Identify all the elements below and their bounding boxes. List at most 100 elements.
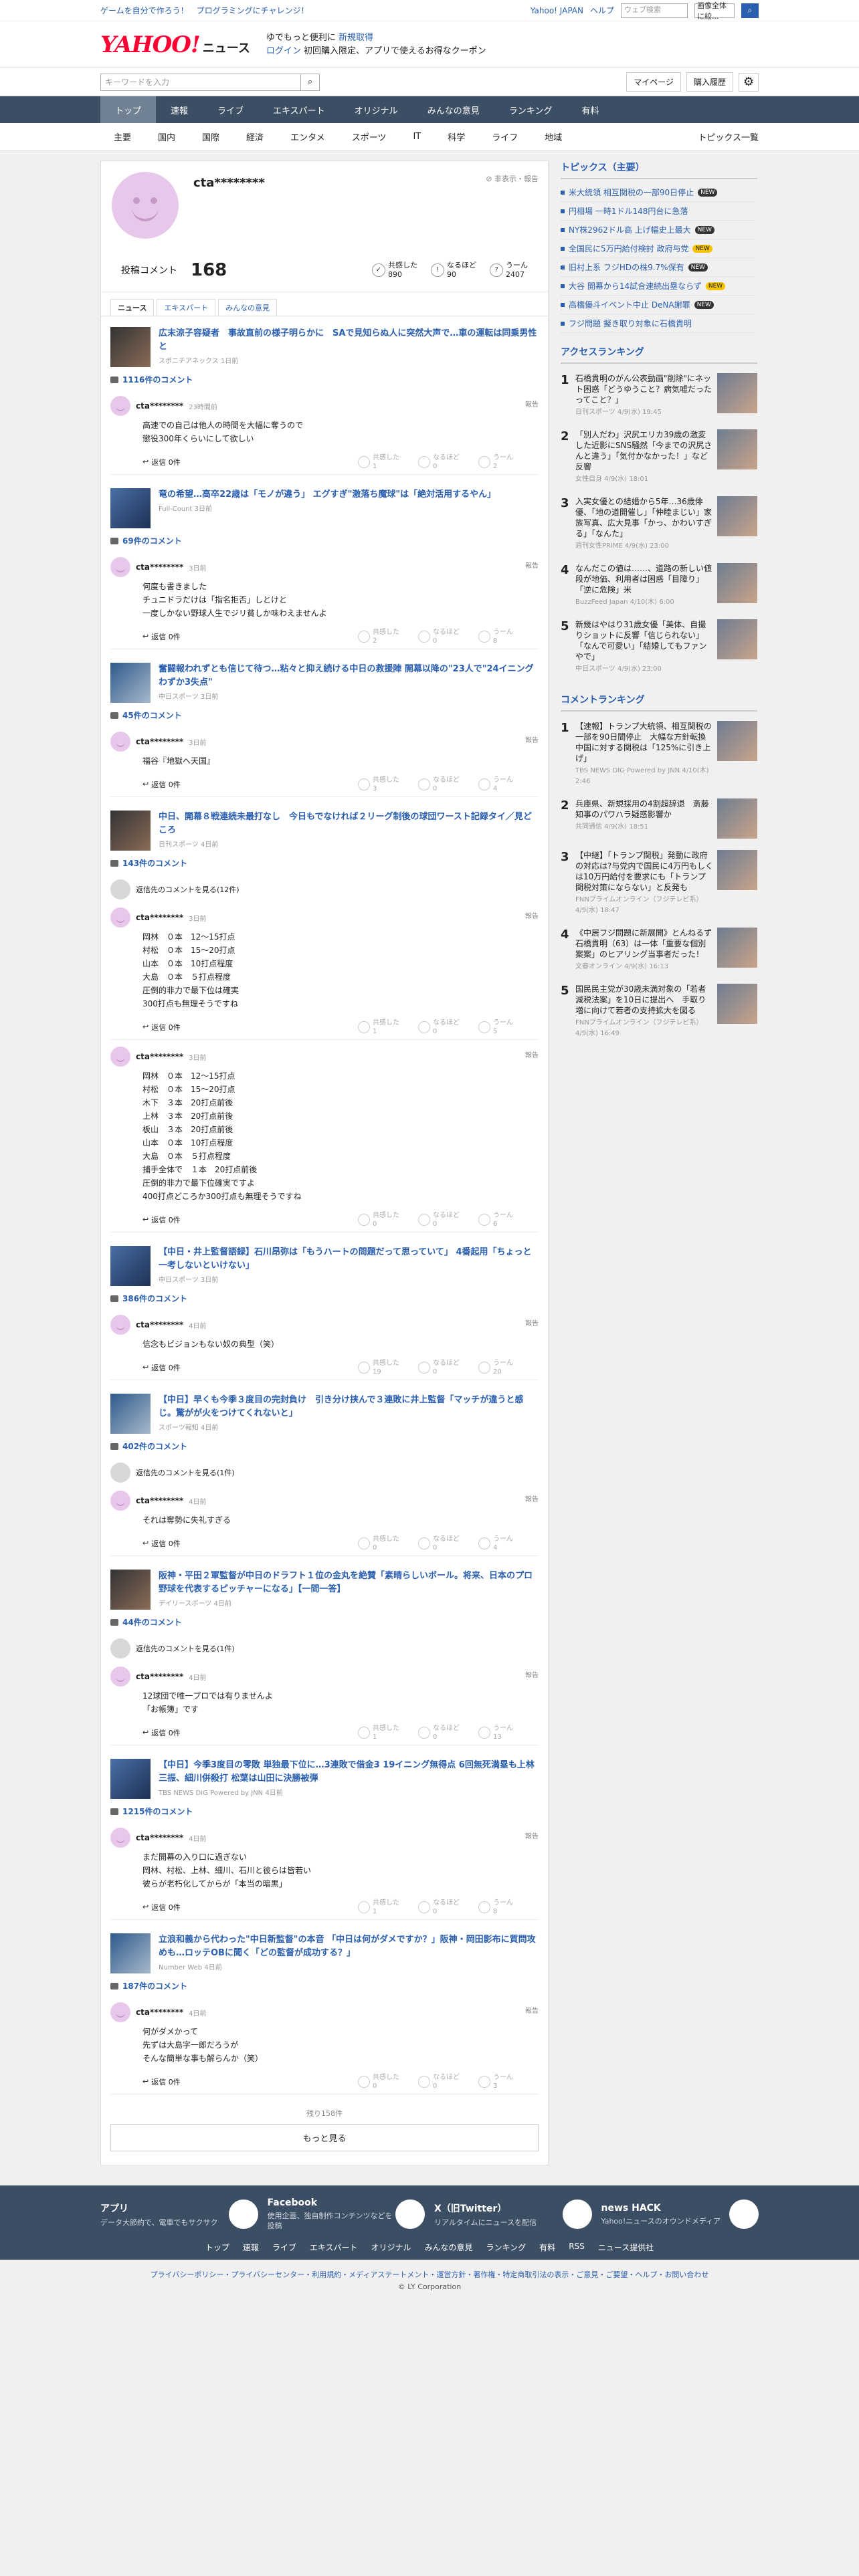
rank-title[interactable]: 国民民主党が30歳未満対象の「若者減税法案」を10日に提出へ 手取り増に向けて若… (575, 984, 713, 1016)
topic-item[interactable]: 米大統領 相互関税の一部90日停止 NEW (561, 183, 757, 202)
comment-author[interactable]: cta******** (136, 1052, 183, 1061)
hmm-vote-button[interactable]: うーん 4 (478, 1535, 539, 1552)
topic-title[interactable]: NY株2962ドル高 上げ幅史上最大 (569, 224, 691, 235)
article-thumbnail[interactable] (110, 1246, 151, 1286)
footer-nav-link[interactable]: ランキング (486, 2242, 527, 2253)
comment-count-link[interactable]: 143件のコメント (101, 851, 548, 875)
insight-vote-button[interactable]: なるほど 0 (418, 776, 478, 793)
hmm-vote-button[interactable]: うーん 8 (478, 1899, 539, 1916)
empathy-vote-button[interactable]: 共感した 1 (358, 1724, 418, 1741)
legal-links[interactable]: プライバシーポリシー・プライバシーセンター・利用規約・メディアステートメント・運… (0, 2260, 859, 2282)
access-ranking-item[interactable]: 3 入実女優との結婚から5年…36歳俳優、「地の道開催し」「仲睦まじい」家族写真、… (561, 491, 757, 558)
reply-button[interactable]: ↩ 返信 0件 (142, 779, 181, 790)
article-thumbnail[interactable] (110, 1570, 151, 1610)
article-title[interactable]: 【中日】今季3度目の零敗 単独最下位に…3連敗で借金3 19イニング無得点 6回… (159, 1759, 539, 1786)
comment-count-link[interactable]: 402件のコメント (101, 1434, 548, 1459)
topic-item[interactable]: 旧村上系 フジHDの株9.7%保有 NEW (561, 258, 757, 277)
load-more-button[interactable]: もっと見る (110, 2124, 539, 2151)
avatar[interactable] (110, 557, 130, 577)
empathy-vote-button[interactable]: 共感した 0 (358, 1211, 418, 1228)
comment-author[interactable]: cta******** (136, 913, 183, 922)
article-title[interactable]: 【中日】早くも今季３度目の完封負け 引き分け挟んで３連敗に井上監督「マッチが違う… (159, 1394, 539, 1420)
rank-title[interactable]: 入実女優との結婚から5年…36歳俳優、「地の道開催し」「仲睦まじい」家族写真、広… (575, 496, 713, 539)
hmm-vote-button[interactable]: うーん 4 (478, 776, 539, 793)
rank-title[interactable]: なんだこの値は……、道路の新しい値段が地価、利用者は困惑「目障り」「逆に危険」米 (575, 563, 713, 595)
hmm-vote-button[interactable]: うーん 13 (478, 1724, 539, 1741)
article-item[interactable]: 中日、開幕８戦連続未最打なし 今日もでなければ２リーグ制後の球団ワースト記録タイ… (101, 800, 548, 851)
rank-title[interactable]: 「別人だわ」沢尻エリカ39歳の激変した近影にSNS騒然「今までの沢尻さんと違う」… (575, 429, 713, 472)
gear-icon[interactable]: ⚙ (739, 72, 759, 92)
insight-vote-button[interactable]: なるほど 0 (418, 1211, 478, 1228)
footer-app-link[interactable]: X（旧Twitter） リアルタイムにニュースを配信 (434, 2197, 592, 2231)
reply-button[interactable]: ↩ 返信 0件 (142, 1538, 181, 1549)
comment-count-link[interactable]: 45件のコメント (101, 703, 548, 728)
footer-nav-link[interactable]: エキスパート (310, 2242, 358, 2253)
insight-vote-button[interactable]: なるほど 0 (418, 453, 478, 471)
report-link[interactable]: 報告 (525, 1830, 539, 1840)
comment-count-link[interactable]: 187件のコメント (101, 1973, 548, 1998)
nav-original[interactable]: オリジナル (340, 96, 413, 123)
comment-author[interactable]: cta******** (136, 401, 183, 411)
yahoo-japan-link[interactable]: Yahoo! JAPAN (531, 6, 583, 15)
nav-live[interactable]: ライブ (203, 96, 258, 123)
avatar[interactable] (110, 732, 130, 752)
cat-main[interactable]: 主要 (100, 130, 145, 143)
rank-thumbnail[interactable] (717, 429, 757, 469)
insight-vote-button[interactable]: なるほど 0 (418, 1018, 478, 1036)
empathy-vote-button[interactable]: 共感した 1 (358, 1899, 418, 1916)
footer-nav-link[interactable]: みんなの意見 (425, 2242, 473, 2253)
rank-title[interactable]: 兵庫県、新規採用の4割超辞退 斎藤知事のパワハラ疑惑影響か (575, 798, 713, 820)
yahoo-logo[interactable]: YAHOO! ニュース (100, 31, 250, 58)
report-link[interactable]: 報告 (525, 399, 539, 409)
access-ranking-item[interactable]: 2 「別人だわ」沢尻エリカ39歳の激変した近影にSNS騒然「今までの沢尻さんと違う… (561, 424, 757, 491)
article-thumbnail[interactable] (110, 1933, 151, 1973)
avatar[interactable] (110, 2002, 130, 2022)
tab-opinion[interactable]: みんなの意見 (218, 299, 278, 316)
avatar[interactable] (110, 907, 130, 928)
rank-title[interactable]: 【中継】「トランプ関税」発動に政府の対応は?与党内で国民に4万円もしくは10万円… (575, 850, 713, 893)
keyword-search-input[interactable]: キーワードを入力 (100, 73, 301, 91)
footer-app-link[interactable]: news HACK Yahoo!ニュースのオウンドメディア (601, 2197, 759, 2231)
nav-expert[interactable]: エキスパート (258, 96, 340, 123)
empathy-vote-button[interactable]: 共感した 3 (358, 776, 418, 793)
avatar[interactable] (110, 1667, 130, 1687)
hmm-vote-button[interactable]: うーん 8 (478, 628, 539, 645)
topic-item[interactable]: 全国民に5万円給付検討 政府与党 NEW (561, 239, 757, 258)
comment-author[interactable]: cta******** (136, 562, 183, 572)
article-thumbnail[interactable] (110, 811, 151, 851)
topics-list-link[interactable]: トピックス一覧 (684, 130, 759, 143)
comment-count-link[interactable]: 44件のコメント (101, 1610, 548, 1634)
signup-link[interactable]: 新規取得 (339, 33, 373, 43)
empathy-vote-button[interactable]: 共感した 1 (358, 453, 418, 471)
footer-nav-link[interactable]: 有料 (539, 2242, 555, 2253)
reply-button[interactable]: ↩ 返信 0件 (142, 2076, 181, 2087)
hmm-vote-button[interactable]: うーん 6 (478, 1211, 539, 1228)
empathy-vote-button[interactable]: 共感した 19 (358, 1359, 418, 1376)
insight-vote-button[interactable]: なるほど 0 (418, 1724, 478, 1741)
nav-paid[interactable]: 有料 (567, 96, 613, 123)
reply-button[interactable]: ↩ 返信 0件 (142, 1214, 181, 1225)
comment-ranking-item[interactable]: 1 【速報】トランプ大統領、相互関税の一部を90日間停止 大幅な方針転換 中国に対… (561, 716, 757, 793)
report-link[interactable]: 報告 (525, 1669, 539, 1679)
article-thumbnail[interactable] (110, 663, 151, 703)
topic-item[interactable]: 大谷 開幕から14試合連続出塁ならず NEW (561, 277, 757, 296)
nav-breaking[interactable]: 速報 (156, 96, 203, 123)
cat-domestic[interactable]: 国内 (145, 130, 189, 143)
article-item[interactable]: 阪神・平田２軍監督が中日のドラフト１位の金丸を絶賛「素晴らしいボール。将来、日本… (101, 1559, 548, 1610)
comment-author[interactable]: cta******** (136, 737, 183, 746)
article-item[interactable]: 【中日】今季3度目の零敗 単独最下位に…3連敗で借金3 19イニング無得点 6回… (101, 1748, 548, 1799)
rank-title[interactable]: 【速報】トランプ大統領、相互関税の一部を90日間停止 大幅な方針転換 中国に対す… (575, 721, 714, 764)
comment-count-link[interactable]: 69件のコメント (101, 528, 548, 553)
rank-thumbnail[interactable] (717, 928, 757, 968)
rank-title[interactable]: 石橋貴明のがん公表動画"削除"にネット困惑「どうゆうこと？病気嘘だったってこと？… (575, 373, 713, 405)
cat-science[interactable]: 科学 (434, 130, 478, 143)
footer-nav-link[interactable]: ニュース提供社 (598, 2242, 654, 2253)
topic-item[interactable]: NY株2962ドル高 上げ幅史上最大 NEW (561, 221, 757, 239)
article-thumbnail[interactable] (110, 488, 151, 528)
rank-thumbnail[interactable] (717, 984, 757, 1024)
search-icon[interactable]: ⌕ (741, 3, 759, 18)
article-item[interactable]: 【中日】早くも今季３度目の完封負け 引き分け挟んで３連敗に井上監督「マッチが違う… (101, 1383, 548, 1434)
comment-ranking-item[interactable]: 2 兵庫県、新規採用の4割超辞退 斎藤知事のパワハラ疑惑影響か 共同通信 4/9(水… (561, 793, 757, 845)
hide-report-link[interactable]: ⊘ 非表示・報告 (486, 173, 539, 184)
promo-link[interactable]: ゲームを自分で作ろう！ (100, 6, 189, 15)
